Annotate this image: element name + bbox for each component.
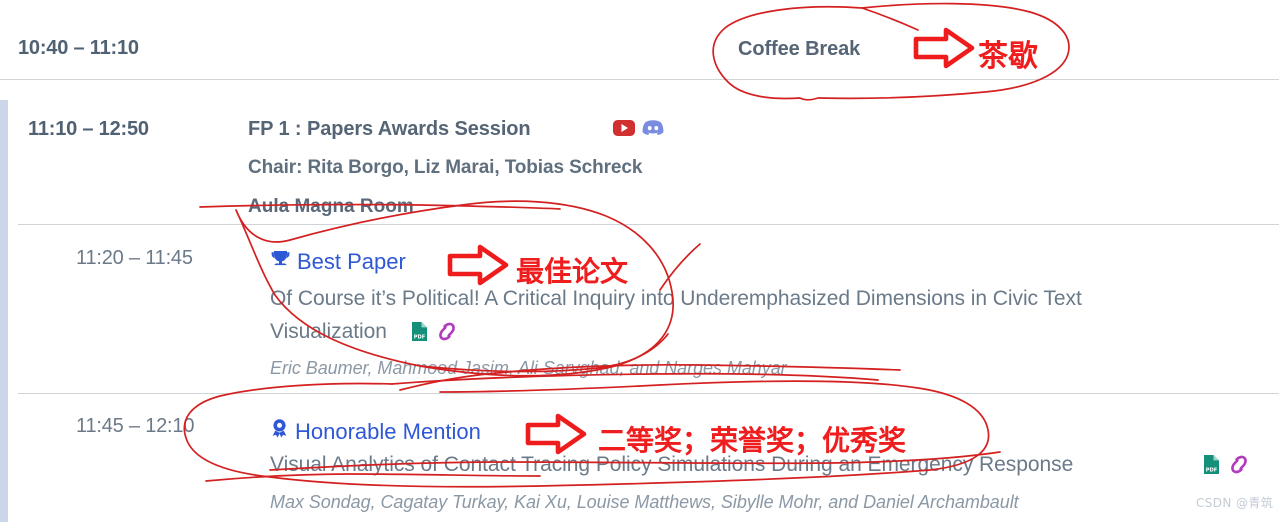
- divider-2: [18, 224, 1279, 225]
- row-title-coffee-break: Coffee Break: [738, 38, 861, 60]
- svg-text:PDF: PDF: [414, 334, 426, 340]
- paper-title-1-line2[interactable]: Visualization: [270, 320, 387, 344]
- trophy-icon: [270, 248, 291, 275]
- annotation-cn-honorable-mention: 二等奖；荣誉奖；优秀奖: [598, 424, 907, 457]
- link-icon[interactable]: [435, 321, 459, 347]
- award-medal-icon: [270, 418, 289, 445]
- ink-arrow-coffee-break: [913, 27, 975, 69]
- paper-links-1: PDF: [411, 321, 459, 347]
- divider-3: [18, 393, 1279, 394]
- session-links: [613, 119, 664, 141]
- annotation-cn-best-paper: 最佳论文: [516, 255, 629, 288]
- row-time-fp1: 11:10 – 12:50: [28, 118, 149, 140]
- divider-1: [0, 79, 1279, 80]
- ink-arrow-best-paper: [447, 244, 509, 286]
- link-icon[interactable]: [1227, 454, 1251, 480]
- paper-time-1: 11:20 – 11:45: [76, 247, 193, 269]
- row-chair-fp1: Chair: Rita Borgo, Liz Marai, Tobias Sch…: [248, 157, 643, 178]
- award-label-honorable-mention: Honorable Mention: [295, 418, 481, 444]
- session-accent-bar: [0, 100, 8, 522]
- pdf-icon[interactable]: PDF: [411, 321, 428, 347]
- paper-time-2: 11:45 – 12:10: [76, 415, 195, 437]
- csdn-watermark: CSDN @青筑: [1196, 496, 1274, 510]
- paper-links-2: PDF: [1203, 454, 1251, 480]
- ink-tick-title-1: [659, 243, 701, 291]
- award-label-best-paper: Best Paper: [297, 248, 406, 274]
- paper-authors-2: Max Sondag, Cagatay Turkay, Kai Xu, Loui…: [270, 492, 1019, 512]
- youtube-icon[interactable]: [613, 119, 635, 141]
- paper-authors-1: Eric Baumer, Mahmood Jasim, Ali Sarvghad…: [270, 358, 787, 378]
- paper-title-1-line1[interactable]: Of Course it’s Political! A Critical Inq…: [270, 287, 1082, 311]
- svg-text:PDF: PDF: [1206, 467, 1218, 473]
- ink-arrow-honorable: [525, 413, 587, 455]
- conference-schedule-page: 10:40 – 11:10 Coffee Break 11:10 – 12:50…: [0, 0, 1279, 522]
- row-room-fp1: Aula Magna Room: [248, 196, 414, 217]
- pdf-icon[interactable]: PDF: [1203, 454, 1220, 480]
- row-time-coffee-break: 10:40 – 11:10: [18, 37, 139, 59]
- row-title-fp1: FP 1 : Papers Awards Session: [248, 118, 531, 140]
- award-badge-honorable-mention[interactable]: Honorable Mention: [270, 418, 481, 445]
- discord-icon[interactable]: [642, 119, 664, 141]
- award-badge-best-paper[interactable]: Best Paper: [270, 248, 406, 275]
- annotation-cn-coffee-break: 茶歇: [978, 39, 1038, 74]
